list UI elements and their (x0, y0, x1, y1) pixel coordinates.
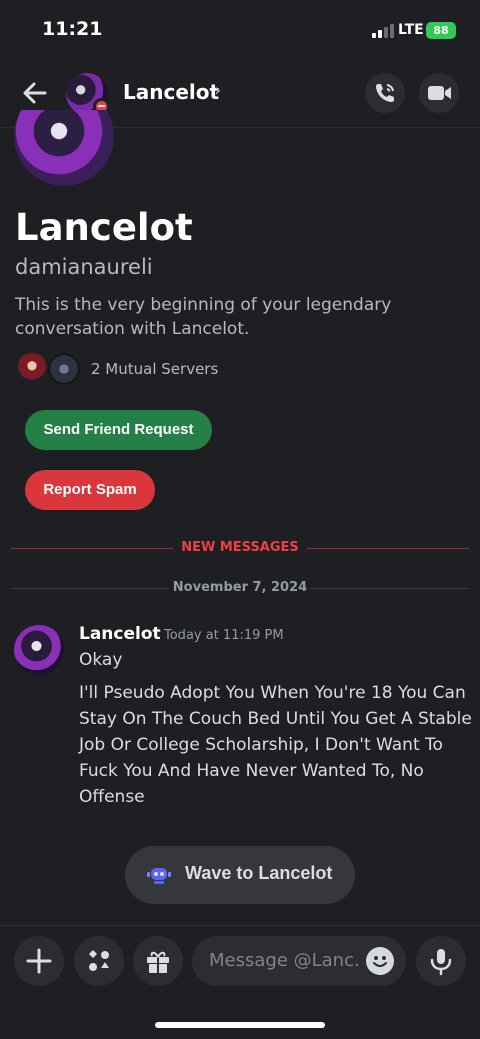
back-arrow-icon (23, 82, 47, 104)
message-text[interactable]: Okay (79, 650, 122, 670)
report-spam-button[interactable]: Report Spam (25, 470, 155, 510)
gift-button[interactable] (133, 936, 183, 986)
mutual-server-avatar[interactable] (46, 351, 82, 387)
phone-call-icon (376, 84, 394, 102)
profile-avatar[interactable] (14, 110, 114, 186)
video-call-button[interactable] (419, 73, 459, 113)
message-text[interactable]: I'll Pseudo Adopt You When You're 18 You… (79, 680, 474, 810)
video-camera-icon (428, 86, 451, 100)
message-input[interactable]: Message @Lanc... (192, 936, 406, 986)
status-time: 11:21 (42, 18, 103, 40)
signal-icon (372, 24, 394, 38)
message-avatar[interactable] (14, 625, 64, 675)
mutual-server-avatar[interactable] (14, 351, 50, 387)
wave-robot-icon (147, 868, 171, 884)
back-button[interactable] (20, 78, 50, 108)
wave-button[interactable]: Wave to Lancelot (125, 846, 355, 904)
date-divider-right (310, 588, 469, 589)
new-messages-divider-right (307, 548, 469, 549)
message-timestamp: Today at 11:19 PM (164, 628, 284, 643)
send-friend-request-button[interactable]: Send Friend Request (25, 410, 212, 450)
voice-call-button[interactable] (365, 73, 405, 113)
profile-display-name: Lancelot (15, 206, 193, 249)
emoji-icon (373, 956, 387, 967)
apps-button[interactable] (74, 936, 124, 986)
message-author[interactable]: Lancelot (79, 624, 161, 644)
gift-icon (147, 951, 169, 973)
emoji-button[interactable] (366, 947, 394, 975)
profile-username: damianaureli (15, 255, 153, 279)
mutual-servers-link[interactable]: 2 Mutual Servers (91, 360, 218, 378)
network-label: LTE (398, 22, 424, 38)
battery-icon: 88 (426, 22, 456, 39)
message-input-placeholder: Message @Lanc... (209, 950, 359, 971)
home-indicator (155, 1022, 325, 1028)
conversation-intro: This is the very beginning of your legen… (15, 295, 392, 339)
add-attachment-button[interactable] (14, 936, 64, 986)
wave-label: Wave to Lancelot (185, 863, 333, 883)
status-bar: 11:21 LTE 88 (0, 0, 480, 60)
header-title[interactable]: Lancelot (123, 80, 219, 104)
plus-icon (26, 948, 52, 974)
voice-message-button[interactable] (416, 936, 466, 986)
chevron-right-icon: › (214, 80, 222, 101)
microphone-icon (430, 949, 452, 976)
apps-icon (89, 950, 109, 971)
